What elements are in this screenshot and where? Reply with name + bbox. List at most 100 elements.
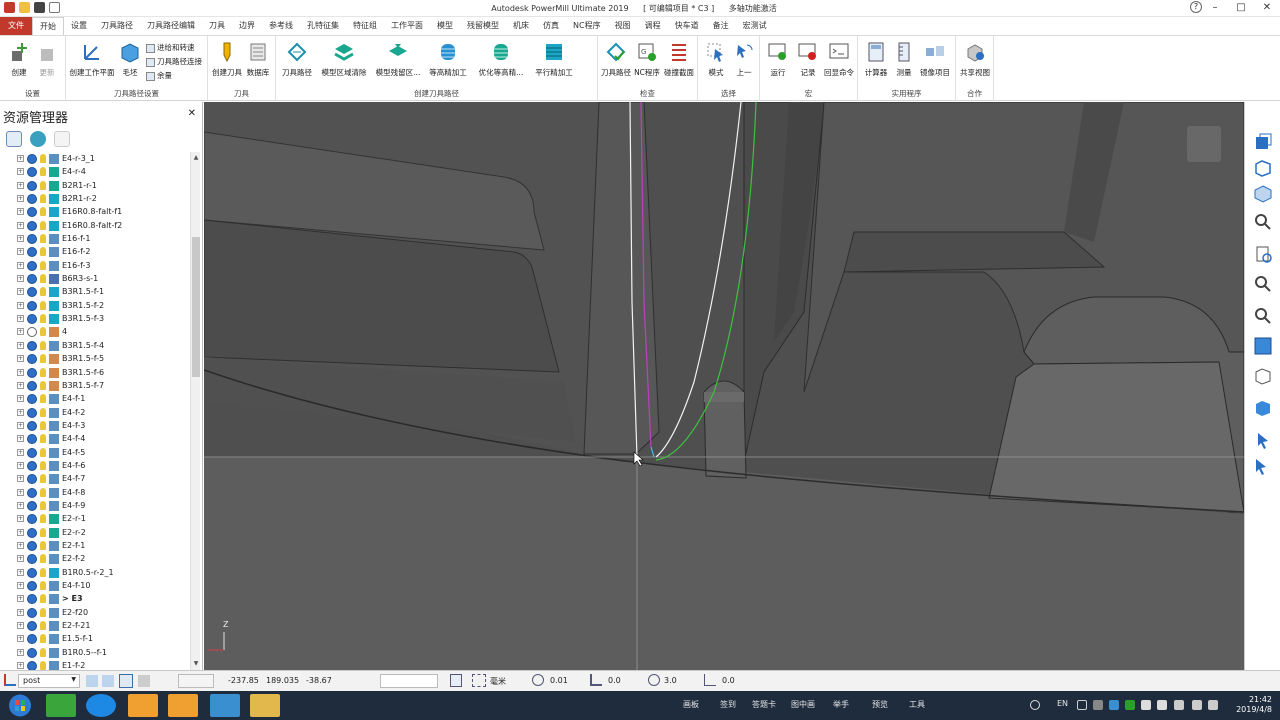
- refresh-view-icon[interactable]: [1253, 244, 1273, 264]
- scroll-thumb[interactable]: [192, 237, 200, 377]
- visibility-check-icon[interactable]: [27, 367, 37, 378]
- lightbulb-icon[interactable]: [40, 234, 46, 244]
- tree-row[interactable]: + E4-f-3: [0, 419, 190, 432]
- taskbar-word-1[interactable]: 画板: [683, 699, 699, 710]
- lightbulb-icon[interactable]: [40, 194, 46, 204]
- tree-row[interactable]: + E4-f-7: [0, 472, 190, 485]
- visibility-check-icon[interactable]: [27, 540, 37, 551]
- tree-row[interactable]: + B2R1-r-1: [0, 179, 190, 192]
- lightbulb-icon[interactable]: [40, 247, 46, 257]
- visibility-check-icon[interactable]: [27, 247, 37, 258]
- visibility-check-icon[interactable]: [27, 581, 37, 591]
- minimize-button[interactable]: –: [1202, 0, 1228, 16]
- lightbulb-icon[interactable]: [40, 567, 46, 577]
- tab-machine[interactable]: 机床: [506, 17, 536, 35]
- tree-row[interactable]: + E4-f-10: [0, 579, 190, 592]
- visibility-check-icon[interactable]: [27, 220, 37, 231]
- tab-workplane[interactable]: 工作平面: [384, 17, 430, 35]
- taskbar-app-powermill-1[interactable]: [128, 694, 158, 717]
- zoom-box-icon[interactable]: [1253, 274, 1273, 294]
- tree-row[interactable]: + B1R0.5-r-2_1: [0, 566, 190, 579]
- create-workplane-button[interactable]: 创建工作平面: [68, 41, 116, 78]
- tree-row[interactable]: + E16-f-3: [0, 259, 190, 272]
- expand-icon[interactable]: +: [17, 582, 24, 589]
- share-view-button[interactable]: 共享视图: [958, 41, 992, 78]
- lightbulb-icon[interactable]: [40, 581, 46, 590]
- toolpath-strategies-button[interactable]: 刀具路径: [278, 41, 316, 78]
- select-undo-icon[interactable]: [1253, 456, 1273, 476]
- tab-feature-group[interactable]: 特征组: [346, 17, 384, 35]
- record-macro-button[interactable]: 记录: [794, 41, 822, 78]
- close-window-button[interactable]: ✕: [1254, 0, 1280, 16]
- lightbulb-icon[interactable]: [40, 647, 46, 657]
- maximize-button[interactable]: □: [1228, 0, 1254, 16]
- zoom-icon[interactable]: [1253, 212, 1273, 232]
- tab-nc-program[interactable]: NC程序: [566, 17, 608, 35]
- lightbulb-icon[interactable]: [40, 661, 46, 670]
- expand-icon[interactable]: +: [17, 595, 24, 603]
- tab-notes[interactable]: 备注: [706, 17, 736, 35]
- tree-row[interactable]: + B3R1.5-f-2: [0, 299, 190, 312]
- taskbar-app-folder[interactable]: [250, 694, 280, 717]
- toolbar-icon-4[interactable]: [138, 675, 150, 687]
- lightbulb-icon[interactable]: [40, 447, 46, 457]
- tree-row[interactable]: + E2-r-1: [0, 512, 190, 525]
- thickness-button[interactable]: 余量: [146, 70, 172, 81]
- tab-macro-test[interactable]: 宏测试: [736, 17, 774, 35]
- expand-icon[interactable]: +: [17, 168, 24, 176]
- taskbar-word-3[interactable]: 答题卡: [752, 699, 776, 710]
- taskbar-app-powermill-2[interactable]: [168, 694, 198, 717]
- calculator-status-icon[interactable]: [450, 674, 462, 687]
- tab-boundary[interactable]: 边界: [232, 17, 262, 35]
- expand-icon[interactable]: +: [17, 288, 24, 296]
- create-button[interactable]: 创建: [6, 41, 32, 78]
- tree-row[interactable]: + B3R1.5-f-3: [0, 312, 190, 325]
- update-button[interactable]: 更新: [34, 41, 60, 78]
- diameter-value[interactable]: 3.0: [664, 676, 677, 685]
- tree-row[interactable]: + E4-f-9: [0, 499, 190, 512]
- expand-icon[interactable]: +: [17, 221, 24, 229]
- tray-icon-1[interactable]: [1077, 700, 1087, 710]
- expand-icon[interactable]: +: [17, 315, 24, 323]
- globe-icon[interactable]: [30, 131, 46, 147]
- lightbulb-icon[interactable]: [40, 594, 46, 604]
- tree-row[interactable]: + E2-f20: [0, 606, 190, 619]
- model-area-clearance-button[interactable]: 模型区域清除: [316, 41, 372, 78]
- visibility-check-icon[interactable]: [27, 447, 37, 458]
- expand-icon[interactable]: +: [17, 475, 24, 483]
- lightbulb-icon[interactable]: [40, 487, 46, 497]
- tab-home[interactable]: 开始: [32, 17, 64, 35]
- visibility-check-icon[interactable]: [27, 327, 37, 338]
- tree-row[interactable]: + E1-f-2: [0, 659, 190, 670]
- model-rest-clearance-button[interactable]: 模型残留区...: [372, 41, 424, 78]
- tree-row[interactable]: +4: [0, 325, 190, 338]
- lightbulb-icon[interactable]: [40, 340, 46, 350]
- visibility-check-icon[interactable]: [27, 474, 37, 485]
- expand-icon[interactable]: +: [17, 328, 24, 336]
- lightbulb-icon[interactable]: [40, 607, 46, 617]
- visibility-check-icon[interactable]: [27, 380, 37, 391]
- lightbulb-icon[interactable]: [40, 354, 46, 364]
- expand-icon[interactable]: +: [17, 261, 24, 269]
- tree-row[interactable]: + E4-f-8: [0, 486, 190, 499]
- visibility-check-icon[interactable]: [27, 234, 37, 245]
- taskbar-app-ie[interactable]: [86, 694, 116, 717]
- tree-row[interactable]: + E16R0.8-falt-f2: [0, 219, 190, 232]
- expand-icon[interactable]: +: [17, 435, 24, 443]
- tree-row[interactable]: + E4-r-3_1: [0, 152, 190, 165]
- expand-icon[interactable]: +: [17, 235, 24, 243]
- thickness-value[interactable]: 0.0: [608, 676, 621, 685]
- tab-stock-model[interactable]: 残留模型: [460, 17, 506, 35]
- tree-row[interactable]: + E4-f-5: [0, 446, 190, 459]
- expand-icon[interactable]: +: [17, 648, 24, 656]
- view-cube-icon[interactable]: [1253, 184, 1273, 204]
- visibility-check-icon[interactable]: [27, 407, 37, 418]
- tree-row[interactable]: + B3R1.5-f-5: [0, 352, 190, 365]
- expand-icon[interactable]: +: [17, 195, 24, 203]
- select-arrow-icon[interactable]: [1253, 430, 1273, 450]
- visibility-check-icon[interactable]: [27, 154, 37, 164]
- mirror-entities-button[interactable]: 镜像项目: [918, 41, 952, 78]
- explorer-scrollbar[interactable]: ▲ ▼: [190, 152, 200, 670]
- lightbulb-icon[interactable]: [40, 327, 46, 337]
- tree-view-icon[interactable]: [6, 131, 22, 147]
